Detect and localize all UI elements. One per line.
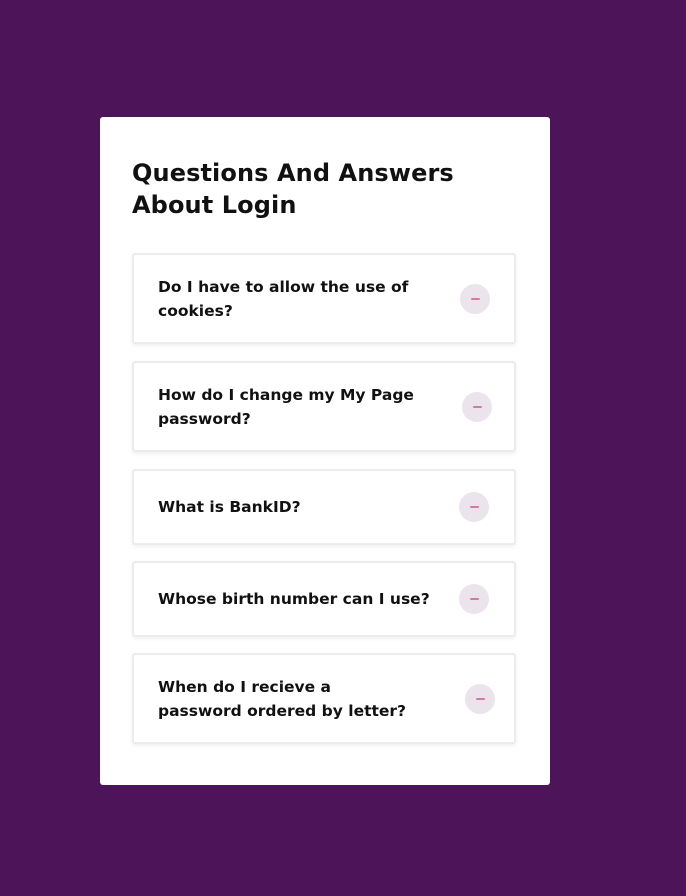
- faq-title: Questions And Answers About Login: [132, 159, 454, 219]
- collapse-toggle-button[interactable]: [465, 683, 495, 714]
- minus-icon: [475, 697, 485, 700]
- minus-icon: [469, 598, 479, 600]
- collapse-toggle-button[interactable]: [459, 492, 489, 522]
- minus-icon: [470, 297, 480, 300]
- faq-item-change-password[interactable]: How do I change my My Page password?: [132, 361, 516, 452]
- minus-icon: [472, 405, 482, 408]
- minus-icon: [469, 506, 479, 508]
- faq-item-birth-number[interactable]: Whose birth number can I use?: [132, 561, 516, 637]
- faq-question: What is BankID?: [158, 498, 301, 516]
- faq-question: When do I recieve a password ordered by …: [158, 677, 407, 720]
- faq-item-password-letter[interactable]: When do I recieve a password ordered by …: [132, 653, 516, 744]
- collapse-toggle-button[interactable]: [460, 283, 490, 314]
- faq-question: Do I have to allow the use of cookies?: [158, 277, 409, 320]
- faq-card: Questions And Answers About Login Do I h…: [100, 117, 550, 785]
- collapse-toggle-button[interactable]: [462, 391, 492, 422]
- collapse-toggle-button[interactable]: [459, 584, 489, 614]
- faq-item-bankid[interactable]: What is BankID?: [132, 469, 516, 545]
- faq-question: How do I change my My Page password?: [158, 385, 414, 428]
- faq-question: Whose birth number can I use?: [158, 590, 430, 608]
- faq-item-cookies[interactable]: Do I have to allow the use of cookies?: [132, 253, 516, 344]
